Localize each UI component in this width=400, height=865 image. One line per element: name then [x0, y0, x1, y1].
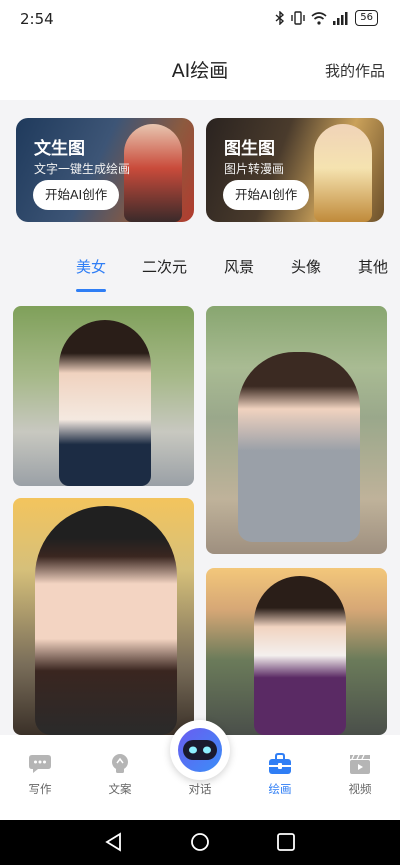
tab-anime[interactable]: 二次元: [142, 256, 187, 277]
gallery-image[interactable]: [206, 306, 387, 554]
nav-item-video[interactable]: 视频: [330, 753, 390, 797]
status-bar: 2:54 56: [0, 0, 400, 38]
portrait-figure: [238, 352, 360, 542]
tab-scenery[interactable]: 风景: [224, 256, 254, 277]
start-ai-creation-button[interactable]: 开始AI创作: [33, 180, 120, 210]
nav-item-writing[interactable]: 写作: [10, 753, 70, 797]
clapperboard-icon: [350, 754, 370, 774]
gallery-image[interactable]: [13, 306, 194, 486]
chat-robot-button[interactable]: [170, 720, 230, 780]
tab-avatar[interactable]: 头像: [291, 256, 321, 277]
nav-label: 绘画: [268, 782, 292, 796]
battery-indicator: 56: [355, 10, 378, 26]
card-illustration: [314, 124, 372, 222]
home-icon[interactable]: [190, 832, 210, 852]
nav-label: 视频: [348, 782, 372, 796]
robot-icon: [178, 728, 222, 772]
wifi-icon: [311, 11, 327, 25]
toolbox-icon: [269, 753, 291, 774]
gallery-image[interactable]: [206, 568, 387, 735]
status-icons: 56: [275, 10, 378, 26]
image-to-image-card[interactable]: 图生图 图片转漫画 开始AI创作: [206, 118, 384, 222]
tab-other[interactable]: 其他: [358, 256, 388, 277]
category-tabs: 美女 二次元 风景 头像 其他: [0, 250, 400, 294]
top-nav: AI绘画 我的作品: [0, 38, 400, 100]
portrait-figure: [254, 576, 346, 735]
vibrate-icon: [291, 11, 305, 25]
portrait-figure: [35, 506, 177, 735]
my-works-link[interactable]: 我的作品: [325, 60, 385, 81]
nav-item-copywriting[interactable]: 文案: [90, 753, 150, 797]
start-ai-creation-button[interactable]: 开始AI创作: [223, 180, 310, 210]
card-title: 图生图: [224, 139, 275, 159]
chat-bubble-icon: [29, 755, 51, 773]
card-illustration: [124, 124, 182, 222]
text-to-image-card[interactable]: 文生图 文字一键生成绘画 开始AI创作: [16, 118, 194, 222]
active-tab-indicator: [76, 289, 106, 292]
lightbulb-icon: [112, 754, 128, 773]
nav-label: 对话: [188, 782, 212, 796]
signal-icon: [333, 11, 348, 25]
nav-label: 文案: [108, 782, 132, 796]
card-subtitle: 图片转漫画: [224, 162, 285, 176]
portrait-figure: [59, 320, 151, 486]
bluetooth-icon: [275, 11, 285, 25]
recents-icon[interactable]: [276, 832, 296, 852]
nav-label: 写作: [28, 782, 52, 796]
gallery-image[interactable]: [13, 498, 194, 735]
card-subtitle: 文字一键生成绘画: [34, 162, 131, 176]
system-nav-bar: [0, 820, 400, 865]
tab-beauty[interactable]: 美女: [76, 256, 106, 277]
back-icon[interactable]: [104, 832, 124, 852]
nav-item-painting[interactable]: 绘画: [250, 753, 310, 797]
card-title: 文生图: [34, 139, 85, 159]
status-time: 2:54: [20, 10, 54, 28]
